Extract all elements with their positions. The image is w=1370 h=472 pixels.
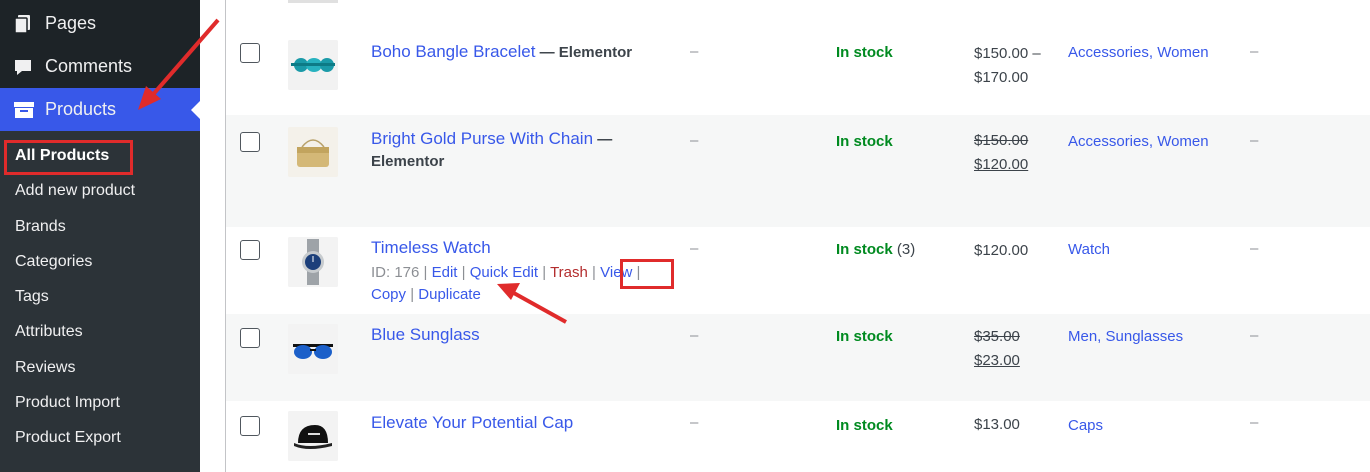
product-name-cell: Boho Bangle Bracelet — Elementor xyxy=(371,41,661,64)
product-thumbnail[interactable] xyxy=(288,237,338,287)
product-thumbnail[interactable] xyxy=(288,324,338,374)
menu-item-label: Comments xyxy=(45,56,133,76)
copy-link[interactable]: Copy xyxy=(371,286,406,303)
submenu-categories[interactable]: Categories xyxy=(15,253,92,271)
product-thumbnail xyxy=(288,0,338,3)
table-row: Elevate Your Potential Cap – In stock $1… xyxy=(226,401,1370,472)
menu-item-label: Products xyxy=(45,99,117,119)
product-title-link[interactable]: Blue Sunglass xyxy=(371,325,480,344)
tags-cell: – xyxy=(1250,327,1259,344)
sku-cell: – xyxy=(690,43,699,60)
sku-cell: – xyxy=(690,414,699,431)
price-cell: $120.00 xyxy=(974,242,1029,259)
table-row-partial xyxy=(226,0,1370,26)
tags-cell: – xyxy=(1250,132,1259,149)
price-range-start: $150.00 – xyxy=(974,45,1041,62)
edit-link[interactable]: Edit xyxy=(432,264,458,281)
price-cell: $150.00 – $170.00 xyxy=(974,42,1041,90)
categories-cell[interactable]: Watch xyxy=(1068,241,1110,258)
price-cell: $35.00 $23.00 xyxy=(974,325,1020,373)
submenu-reviews[interactable]: Reviews xyxy=(15,359,75,377)
menu-item-comments[interactable]: Comments xyxy=(0,45,200,88)
product-name-cell: Bright Gold Purse With Chain — Elementor xyxy=(371,128,661,173)
active-menu-notch xyxy=(191,101,200,119)
product-title-link[interactable]: Timeless Watch xyxy=(371,238,491,257)
product-title-link[interactable]: Bright Gold Purse With Chain xyxy=(371,129,593,148)
bracelet-icon xyxy=(288,40,338,90)
tags-cell: – xyxy=(1250,240,1259,257)
product-id: ID: 176 xyxy=(371,264,420,281)
watch-icon xyxy=(288,237,338,287)
stock-status: In stock (3) xyxy=(836,241,916,258)
stock-status: In stock xyxy=(836,133,893,150)
product-thumbnail[interactable] xyxy=(288,127,338,177)
table-row: Boho Bangle Bracelet — Elementor – In st… xyxy=(226,26,1370,115)
submenu-tags[interactable]: Tags xyxy=(15,288,49,306)
product-thumbnail[interactable] xyxy=(288,40,338,90)
regular-price: $35.00 xyxy=(974,328,1020,345)
edit-link-highlight-box xyxy=(620,259,674,289)
comment-icon xyxy=(13,57,33,77)
categories-cell[interactable]: Men, Sunglasses xyxy=(1068,328,1183,345)
sku-cell: – xyxy=(690,240,699,257)
stock-quantity: (3) xyxy=(896,241,916,258)
sku-cell: – xyxy=(690,132,699,149)
sale-price: $23.00 xyxy=(974,352,1020,369)
submenu-brands[interactable]: Brands xyxy=(15,218,66,236)
table-row: Bright Gold Purse With Chain — Elementor… xyxy=(226,115,1370,227)
trash-link[interactable]: Trash xyxy=(550,264,588,281)
price-range-end: $170.00 xyxy=(974,69,1029,86)
table-row: Blue Sunglass – In stock $35.00 $23.00 M… xyxy=(226,314,1370,401)
categories-cell[interactable]: Accessories, Women xyxy=(1068,44,1209,61)
regular-price: $150.00 xyxy=(974,132,1029,149)
categories-cell[interactable]: Accessories, Women xyxy=(1068,133,1209,150)
price-cell: $13.00 xyxy=(974,416,1020,433)
stock-status: In stock xyxy=(836,328,893,345)
row-checkbox[interactable] xyxy=(240,132,260,152)
sunglasses-icon xyxy=(288,324,338,374)
product-title-suffix: Elementor xyxy=(371,153,445,170)
product-name-cell: Timeless Watch xyxy=(371,237,661,260)
cap-icon xyxy=(288,411,338,461)
admin-sidebar: Pages Comments Products All Products Add… xyxy=(0,0,200,472)
submenu-attributes[interactable]: Attributes xyxy=(15,323,83,341)
submenu-product-export[interactable]: Product Export xyxy=(15,429,121,447)
menu-item-label: Pages xyxy=(45,13,97,33)
row-checkbox[interactable] xyxy=(240,328,260,348)
stock-status: In stock xyxy=(836,44,893,61)
all-products-highlight-box xyxy=(4,140,133,175)
price-cell: $150.00 $120.00 xyxy=(974,129,1028,177)
product-name-cell: Blue Sunglass xyxy=(371,324,661,347)
purse-icon xyxy=(288,127,338,177)
menu-item-pages[interactable]: Pages xyxy=(0,2,200,45)
product-thumbnail[interactable] xyxy=(288,411,338,461)
duplicate-link[interactable]: Duplicate xyxy=(418,286,481,303)
tags-cell: – xyxy=(1250,414,1259,431)
pages-icon xyxy=(13,14,33,34)
quick-edit-link[interactable]: Quick Edit xyxy=(470,264,538,281)
tags-cell: – xyxy=(1250,43,1259,60)
row-checkbox[interactable] xyxy=(240,240,260,260)
sale-price: $120.00 xyxy=(974,156,1029,173)
products-list-table: Boho Bangle Bracelet — Elementor – In st… xyxy=(200,0,1370,472)
row-checkbox[interactable] xyxy=(240,416,260,436)
product-name-cell: Elevate Your Potential Cap xyxy=(371,412,661,435)
product-title-link[interactable]: Elevate Your Potential Cap xyxy=(371,413,573,432)
submenu-product-import[interactable]: Product Import xyxy=(15,394,120,412)
archive-icon xyxy=(13,100,34,120)
submenu-add-new-product[interactable]: Add new product xyxy=(15,182,135,200)
product-title-suffix: — Elementor xyxy=(539,44,633,61)
categories-cell[interactable]: Caps xyxy=(1068,417,1103,434)
sku-cell: – xyxy=(690,327,699,344)
table-row: Timeless Watch ID: 176 | Edit | Quick Ed… xyxy=(226,227,1370,314)
stock-status: In stock xyxy=(836,417,893,434)
menu-item-products[interactable]: Products xyxy=(0,88,200,131)
product-title-link[interactable]: Boho Bangle Bracelet xyxy=(371,42,535,61)
product-title-suffix: — xyxy=(597,131,613,148)
row-checkbox[interactable] xyxy=(240,43,260,63)
